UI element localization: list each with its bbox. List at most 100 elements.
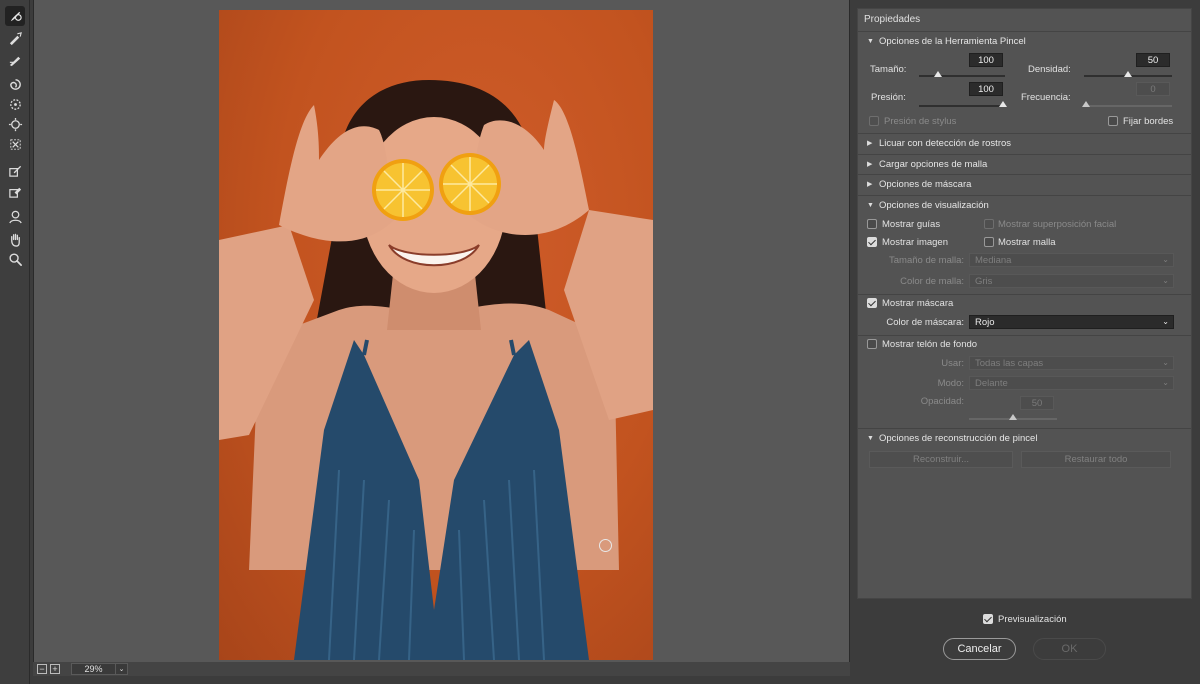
triangle-down-icon: ▼ (867, 434, 874, 442)
show-mesh-checkbox[interactable] (984, 237, 994, 247)
opacity-input[interactable]: 50 (1020, 396, 1054, 410)
triangle-right-icon: ▶ (867, 161, 873, 168)
bloat-icon[interactable] (5, 114, 25, 134)
section-reconstruct[interactable]: ▼ Opciones de reconstrucción de pincel (858, 428, 1191, 447)
use-select[interactable]: Todas las capas ⌄ (969, 356, 1174, 370)
slider-thumb[interactable] (1009, 414, 1017, 420)
chevron-down-icon: ⌄ (1162, 276, 1169, 285)
mask-color-label: Color de máscara: (886, 317, 964, 328)
chevron-down-icon: ⌄ (1162, 255, 1169, 264)
mesh-size-value: Mediana (975, 254, 1012, 266)
show-image-checkbox[interactable] (867, 237, 877, 247)
mode-select[interactable]: Delante ⌄ (969, 376, 1174, 390)
thaw-mask-icon[interactable] (5, 181, 25, 201)
section-mask-options[interactable]: ▶ Opciones de máscara (858, 174, 1191, 193)
zoom-in-button[interactable]: + (50, 664, 60, 674)
zoom-level-select[interactable]: 29% ⌄ (71, 663, 128, 675)
forward-warp-icon[interactable] (5, 6, 25, 26)
triangle-right-icon: ▶ (867, 140, 873, 147)
show-mesh-label: Mostrar malla (998, 237, 1056, 248)
show-backdrop-checkbox[interactable] (867, 339, 877, 349)
show-face-overlay-label: Mostrar superposición facial (998, 219, 1117, 230)
status-bar: − + 29% ⌄ (33, 662, 850, 676)
show-face-overlay-checkbox[interactable] (984, 219, 994, 229)
density-slider[interactable] (1084, 71, 1172, 77)
pin-edges-label: Fijar bordes (1123, 116, 1174, 127)
pressure-slider[interactable] (919, 101, 1007, 107)
section-title: Opciones de visualización (879, 199, 989, 211)
preview-label: Previsualización (998, 614, 1067, 625)
size-input[interactable]: 100 (969, 53, 1003, 67)
face-tool-icon[interactable] (5, 206, 25, 226)
pin-edges-checkbox[interactable] (1108, 116, 1118, 126)
size-label: Tamaño: (870, 64, 907, 75)
mesh-color-select[interactable]: Gris ⌄ (969, 274, 1174, 288)
show-mask-label: Mostrar máscara (882, 298, 954, 309)
slider-thumb[interactable] (934, 71, 942, 77)
zoom-out-button[interactable]: − (37, 664, 47, 674)
tool-bar (0, 0, 30, 684)
section-title: Cargar opciones de malla (879, 158, 988, 170)
brush-cursor (599, 539, 612, 552)
opacity-slider[interactable] (969, 414, 1057, 420)
zoom-icon[interactable] (5, 249, 25, 269)
reconstruct-button[interactable]: Reconstruir... (869, 451, 1013, 468)
rate-input[interactable]: 0 (1136, 82, 1170, 96)
preview-checkbox[interactable] (983, 614, 993, 624)
panel-title: Propiedades (864, 14, 921, 25)
ok-button[interactable]: OK (1033, 638, 1106, 660)
preview-image (219, 10, 653, 660)
zoom-level-value: 29% (72, 664, 116, 674)
size-slider[interactable] (919, 71, 1005, 77)
show-mask-checkbox[interactable] (867, 298, 877, 308)
section-load-mesh[interactable]: ▶ Cargar opciones de malla (858, 154, 1191, 173)
reconstruct-icon[interactable] (5, 28, 25, 48)
opacity-label: Opacidad: (920, 396, 964, 407)
mesh-color-label: Color de malla: (900, 276, 964, 287)
section-face-aware[interactable]: ▶ Licuar con detección de rostros (858, 133, 1191, 152)
pucker-icon[interactable] (5, 94, 25, 114)
stylus-pressure-checkbox[interactable] (869, 116, 879, 126)
mesh-size-select[interactable]: Mediana ⌄ (969, 253, 1174, 267)
slider-thumb[interactable] (999, 101, 1007, 107)
triangle-down-icon: ▼ (867, 201, 874, 209)
show-guides-label: Mostrar guías (882, 219, 941, 230)
smooth-icon[interactable] (5, 49, 25, 69)
section-view-options[interactable]: ▼ Opciones de visualización (858, 195, 1191, 214)
push-left-icon[interactable] (5, 134, 25, 154)
pressure-label: Presión: (871, 92, 906, 103)
twirl-icon[interactable] (5, 74, 25, 94)
use-value: Todas las capas (975, 357, 1044, 369)
restore-all-button[interactable]: Restaurar todo (1021, 451, 1171, 468)
preview-canvas[interactable] (33, 0, 850, 662)
show-backdrop-label: Mostrar telón de fondo (882, 339, 978, 350)
section-title: Licuar con detección de rostros (879, 137, 1012, 149)
stylus-pressure-label: Presión de stylus (884, 116, 957, 127)
chevron-down-icon: ⌄ (118, 666, 125, 673)
section-brush-options[interactable]: ▼ Opciones de la Herramienta Pincel (858, 31, 1191, 50)
hand-icon[interactable] (5, 229, 25, 249)
section-title: Opciones de máscara (879, 178, 972, 190)
rate-slider[interactable] (1082, 101, 1172, 107)
slider-thumb[interactable] (1082, 101, 1090, 107)
chevron-down-icon: ⌄ (1162, 358, 1169, 367)
cancel-button[interactable]: Cancelar (943, 638, 1016, 660)
chevron-down-icon: ⌄ (1162, 317, 1169, 326)
mask-color-value: Rojo (975, 316, 995, 328)
triangle-down-icon: ▼ (867, 37, 874, 45)
portrait-illustration (219, 80, 653, 660)
use-label: Usar: (941, 358, 964, 369)
section-title: Opciones de reconstrucción de pincel (879, 432, 1038, 444)
density-input[interactable]: 50 (1136, 53, 1170, 67)
rate-label: Frecuencia: (1021, 92, 1071, 103)
mesh-size-label: Tamaño de malla: (889, 255, 964, 266)
freeze-mask-icon[interactable] (5, 160, 25, 180)
show-guides-checkbox[interactable] (867, 219, 877, 229)
chevron-down-icon: ⌄ (1162, 378, 1169, 387)
show-image-label: Mostrar imagen (882, 237, 948, 248)
pressure-input[interactable]: 100 (969, 82, 1003, 96)
mode-value: Delante (975, 377, 1008, 389)
mask-color-select[interactable]: Rojo ⌄ (969, 315, 1174, 329)
slider-thumb[interactable] (1124, 71, 1132, 77)
properties-panel: Propiedades ▼ Opciones de la Herramienta… (857, 8, 1192, 599)
